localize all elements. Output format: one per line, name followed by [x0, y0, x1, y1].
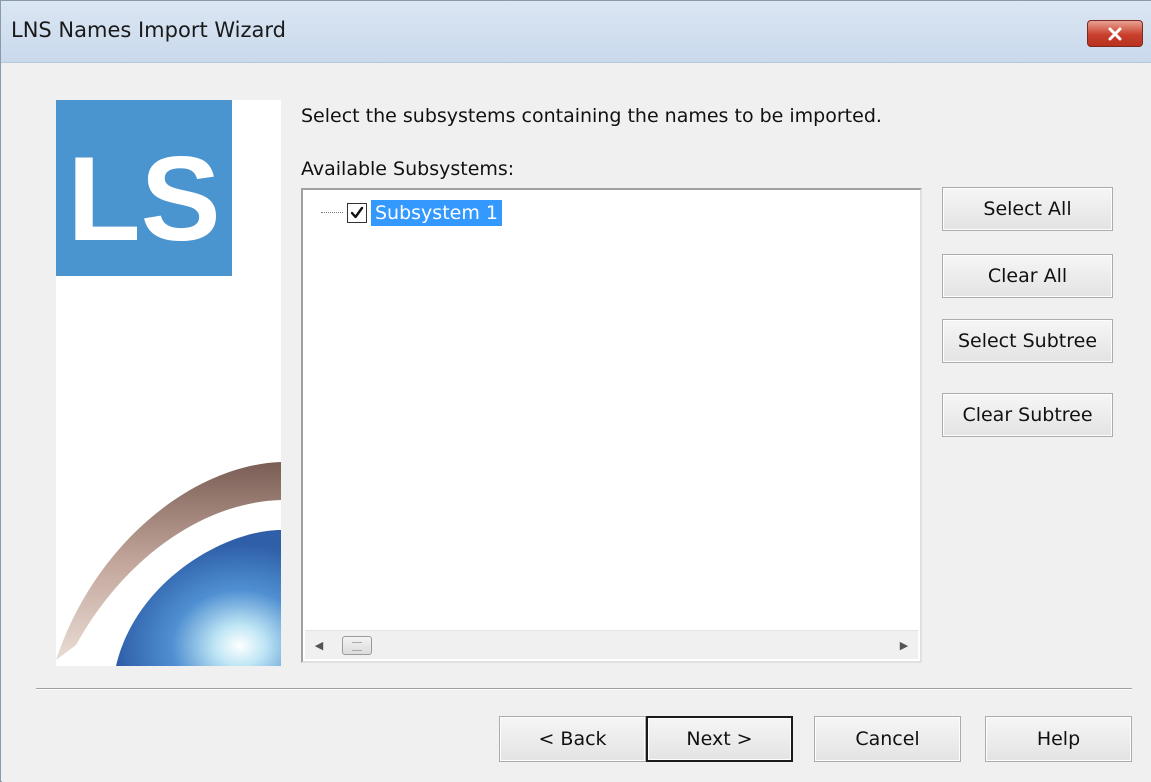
wizard-window: LNS Names Import Wizard LS Select the su… — [0, 0, 1151, 782]
horizontal-scrollbar[interactable]: ◀ ▶ — [305, 630, 918, 659]
scrollbar-thumb[interactable] — [342, 636, 372, 655]
subsystem-tree[interactable]: Subsystem 1 ◀ ▶ — [301, 188, 922, 663]
window-title: LNS Names Import Wizard — [11, 18, 286, 42]
back-button[interactable]: < Back — [499, 716, 646, 762]
cancel-button[interactable]: Cancel — [814, 716, 961, 762]
clear-all-button[interactable]: Clear All — [942, 254, 1113, 298]
tree-connector — [321, 212, 343, 214]
instruction-text: Select the subsystems containing the nam… — [301, 105, 882, 127]
close-button[interactable] — [1087, 20, 1143, 47]
tree-item-subsystem-1[interactable]: Subsystem 1 — [321, 200, 502, 226]
subsystem-1-checkbox[interactable] — [347, 203, 367, 223]
select-all-button[interactable]: Select All — [942, 187, 1113, 231]
checkmark-icon — [350, 206, 364, 219]
close-icon — [1108, 27, 1122, 40]
select-subtree-button[interactable]: Select Subtree — [942, 319, 1113, 363]
available-subsystems-label: Available Subsystems: — [301, 158, 515, 180]
wizard-side-graphic: LS — [56, 100, 281, 666]
footer-divider — [36, 688, 1132, 690]
arrow-right-icon[interactable]: ▶ — [890, 631, 918, 659]
help-button[interactable]: Help — [985, 716, 1132, 762]
ls-logo-graphic: LS — [67, 132, 220, 266]
tree-item-label[interactable]: Subsystem 1 — [371, 200, 502, 226]
ls-logo: LS — [56, 100, 232, 276]
clear-subtree-button[interactable]: Clear Subtree — [942, 393, 1113, 437]
next-button[interactable]: Next > — [646, 716, 793, 762]
logo-text: LS — [67, 132, 220, 266]
arrow-left-icon[interactable]: ◀ — [305, 631, 333, 659]
title-bar[interactable]: LNS Names Import Wizard — [1, 1, 1151, 63]
